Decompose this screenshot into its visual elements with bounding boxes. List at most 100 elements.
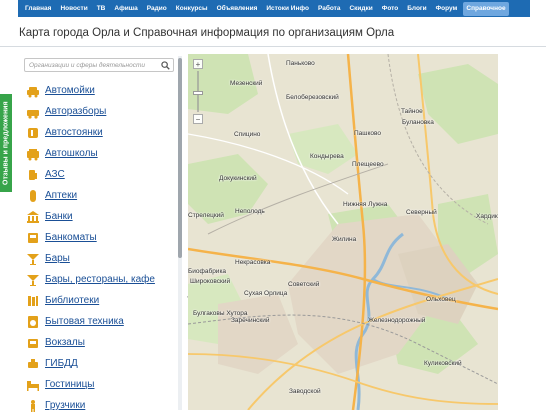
cocktail-icon xyxy=(26,252,40,266)
category-link[interactable]: Вокзалы xyxy=(45,337,85,348)
category-item[interactable]: АЗС xyxy=(26,164,176,185)
category-item[interactable]: ГИБДД xyxy=(26,353,176,374)
map-label: Жилина xyxy=(332,236,357,243)
nav-item[interactable]: Конкурсы xyxy=(173,2,211,16)
mover-icon xyxy=(26,399,40,413)
category-link[interactable]: Бары, рестораны, кафе xyxy=(45,274,155,285)
nav-item[interactable]: Афиша xyxy=(111,2,140,16)
category-item[interactable]: Библиотеки xyxy=(26,290,176,311)
nav-item[interactable]: Форум xyxy=(433,2,461,16)
category-link[interactable]: Банкоматы xyxy=(45,232,97,243)
map-label: Плещеево xyxy=(352,161,384,168)
map-label: Булановка xyxy=(402,119,434,126)
hotel-icon xyxy=(26,378,40,392)
nav-item[interactable]: ТВ xyxy=(94,2,109,16)
category-link[interactable]: Бытовая техника xyxy=(45,316,124,327)
map-label: Биофабрика xyxy=(188,268,227,275)
map-label: Некрасовка xyxy=(235,259,271,266)
library-icon xyxy=(26,294,40,308)
category-link[interactable]: Авторазборы xyxy=(45,106,106,117)
car-wash-icon xyxy=(26,84,40,98)
nav-item[interactable]: Работа xyxy=(315,2,344,16)
nav-item[interactable]: Новости xyxy=(57,2,90,16)
fuel-pump-icon xyxy=(26,168,40,182)
category-link[interactable]: Аптеки xyxy=(45,190,77,201)
parking-icon xyxy=(26,126,40,140)
map-canvas xyxy=(188,54,498,410)
map-label: Заводской xyxy=(289,388,321,395)
pharmacy-icon xyxy=(26,189,40,203)
category-item[interactable]: Бары xyxy=(26,248,176,269)
category-link[interactable]: Гостиницы xyxy=(45,379,95,390)
map-label: Стрелецкий xyxy=(188,212,224,219)
map-label: Паньково xyxy=(286,60,315,67)
atm-icon xyxy=(26,231,40,245)
cocktail-icon xyxy=(26,273,40,287)
nav-item[interactable]: Радио xyxy=(144,2,170,16)
category-item[interactable]: Бары, рестораны, кафе xyxy=(26,269,176,290)
nav-item[interactable]: Фото xyxy=(379,2,401,16)
category-item[interactable]: Автомойки xyxy=(26,80,176,101)
traffic-police-icon xyxy=(26,357,40,371)
category-item[interactable]: Банкоматы xyxy=(26,227,176,248)
map-label: Спицино xyxy=(234,131,261,138)
category-link[interactable]: Автостоянки xyxy=(45,127,103,138)
category-item[interactable]: Аптеки xyxy=(26,185,176,206)
appliance-icon xyxy=(26,315,40,329)
map-label: Неполодь xyxy=(235,208,265,215)
map-label: Мезенский xyxy=(230,80,263,87)
map-label: Булгаковы Хутора xyxy=(193,310,248,317)
category-link[interactable]: Бары xyxy=(45,253,70,264)
map-label: Заречинский xyxy=(231,317,270,324)
category-item[interactable]: Банки xyxy=(26,206,176,227)
search-box xyxy=(24,58,174,72)
category-list: Автомойки Авторазборы Автостоянки Автошколы… xyxy=(26,80,176,416)
station-icon xyxy=(26,336,40,350)
map-label: Ольховец xyxy=(426,296,456,303)
driving-school-icon xyxy=(26,147,40,161)
map-label: Кондырева xyxy=(310,153,344,160)
nav-item[interactable]: Истоки Инфо xyxy=(263,2,312,16)
nav-item[interactable]: Объявления xyxy=(214,2,261,16)
nav-item[interactable]: Справочное xyxy=(463,1,509,16)
category-link[interactable]: Автомойки xyxy=(45,85,95,96)
map-label: Хардик xyxy=(476,213,498,220)
category-link[interactable]: Библиотеки xyxy=(45,295,99,306)
bank-icon xyxy=(26,210,40,224)
category-item[interactable]: Авторазборы xyxy=(26,101,176,122)
map-label: Докукинский xyxy=(219,175,257,182)
map-label: Пашково xyxy=(354,130,382,137)
zoom-slider-handle[interactable] xyxy=(193,91,203,95)
map-label: Железнодорожный xyxy=(368,317,426,324)
nav-item[interactable]: Блоги xyxy=(404,2,429,16)
category-item[interactable]: Вокзалы xyxy=(26,332,176,353)
map-label: Советский xyxy=(288,281,320,288)
map-label: Кулико­вский xyxy=(424,360,462,367)
category-item[interactable]: Бытовая техника xyxy=(26,311,176,332)
category-link[interactable]: ГИБДД xyxy=(45,358,78,369)
zoom-in-button[interactable]: + xyxy=(193,59,203,69)
category-item[interactable]: Автостоянки xyxy=(26,122,176,143)
search-input[interactable] xyxy=(29,59,157,71)
category-link[interactable]: Грузчики xyxy=(45,400,85,411)
zoom-out-button[interactable]: − xyxy=(193,114,203,124)
car-parts-icon xyxy=(26,105,40,119)
page-title: Карта города Орла и Справочная информаци… xyxy=(19,27,395,39)
nav-item[interactable]: Главная xyxy=(22,2,54,16)
search-icon[interactable] xyxy=(161,61,170,70)
category-item[interactable]: Автошколы xyxy=(26,143,176,164)
nav-item[interactable]: Скидки xyxy=(346,2,375,16)
header-divider xyxy=(0,46,546,47)
category-item[interactable]: Грузчики xyxy=(26,395,176,416)
category-link[interactable]: АЗС xyxy=(45,169,65,180)
map-label: Белоберезовский xyxy=(286,94,339,101)
map-label: Широковский xyxy=(190,278,231,285)
category-link[interactable]: Автошколы xyxy=(45,148,98,159)
category-link[interactable]: Банки xyxy=(45,211,73,222)
category-item[interactable]: Гостиницы xyxy=(26,374,176,395)
city-map[interactable]: Паньково Мезенский Белоберезовский Тайно… xyxy=(188,54,498,410)
map-label: Сухая Орлица xyxy=(244,290,288,297)
map-label: Тайное xyxy=(401,108,423,115)
sidebar-scroll-thumb[interactable] xyxy=(178,58,182,258)
feedback-tab[interactable]: Отзывы и предложения xyxy=(0,94,12,192)
